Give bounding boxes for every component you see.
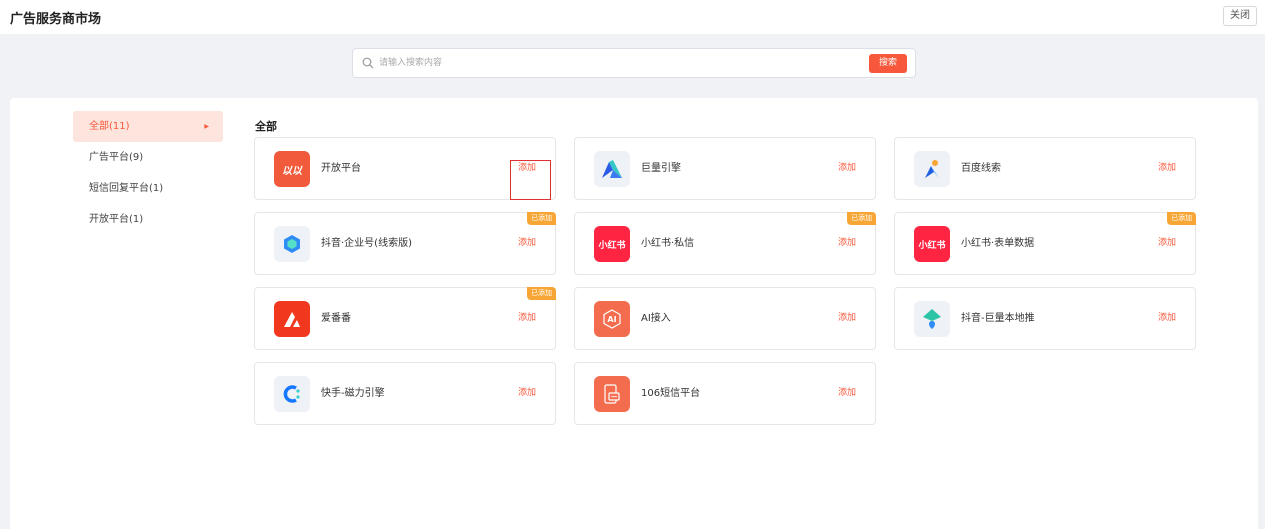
local-push-logo-icon: [914, 301, 950, 337]
service-card-xiaohongshu-form: 小红书 小红书·表单数据 添加 已添加: [894, 212, 1196, 275]
page-title: 广告服务商市场: [10, 12, 102, 27]
ai-label: AI: [607, 314, 617, 324]
service-card-xiaohongshu-dm: 小红书 小红书·私信 添加 已添加: [574, 212, 876, 275]
ai-access-logo-icon: AI: [594, 301, 630, 337]
card-name: 小红书·表单数据: [961, 238, 1035, 249]
top-bar: 广告服务商市场 关闭: [0, 0, 1265, 34]
sms-106-logo-icon: [594, 376, 630, 412]
kuaishou-magnetic-logo-icon: [274, 376, 310, 412]
sidebar-item-ad-platform[interactable]: 广告平台(9): [73, 142, 223, 173]
added-badge: 已添加: [847, 212, 876, 225]
service-card-baidu-leads: 百度线索 添加: [894, 137, 1196, 200]
caret-right-icon: ▶: [204, 123, 209, 130]
douyin-enterprise-logo-icon: [274, 226, 310, 262]
search-box: 搜索: [352, 48, 916, 78]
card-name: 爱番番: [321, 313, 351, 324]
service-card-ocean-engine: 巨量引擎 添加: [574, 137, 876, 200]
card-name: 抖音·企业号(线索版): [321, 238, 412, 249]
added-badge: 已添加: [527, 212, 556, 225]
card-name: 巨量引擎: [641, 163, 681, 174]
sidebar-item-label: 短信回复平台(1): [89, 183, 164, 194]
card-name: AI接入: [641, 313, 671, 324]
service-card-aifanfan: 爱番番 添加 已添加: [254, 287, 556, 350]
xiaohongshu-logo-icon: 小红书: [914, 226, 950, 262]
card-name: 快手-磁力引擎: [321, 388, 385, 399]
add-button[interactable]: 添加: [838, 288, 856, 349]
card-name: 抖音-巨量本地推: [961, 313, 1035, 324]
card-name: 开放平台: [321, 163, 361, 174]
service-card-local-push: 抖音-巨量本地推 添加: [894, 287, 1196, 350]
add-button[interactable]: 添加: [518, 363, 536, 424]
highlight-box: [510, 160, 551, 200]
search-button[interactable]: 搜索: [869, 54, 907, 73]
sidebar-item-all[interactable]: 全部(11) ▶: [73, 111, 223, 142]
card-name: 小红书·私信: [641, 238, 695, 249]
ocean-engine-logo-icon: [594, 151, 630, 187]
add-button[interactable]: 添加: [1158, 288, 1176, 349]
added-badge: 已添加: [1167, 212, 1196, 225]
add-button[interactable]: 添加: [838, 138, 856, 199]
added-badge: 已添加: [527, 287, 556, 300]
search-input[interactable]: [379, 54, 859, 72]
sidebar-item-label: 开放平台(1): [89, 214, 144, 225]
sidebar-item-label: 全部(11): [89, 121, 130, 132]
service-card-kuaishou: 快手-磁力引擎 添加: [254, 362, 556, 425]
xiaohongshu-logo-icon: 小红书: [594, 226, 630, 262]
content-panel: 全部(11) ▶ 广告平台(9) 短信回复平台(1) 开放平台(1) 全部 以以…: [10, 98, 1258, 529]
aifanfan-logo-icon: [274, 301, 310, 337]
card-name: 百度线索: [961, 163, 1001, 174]
sidebar-item-sms-reply[interactable]: 短信回复平台(1): [73, 173, 223, 204]
service-card-ai-access: AI AI接入 添加: [574, 287, 876, 350]
card-name: 106短信平台: [641, 388, 701, 399]
close-button[interactable]: 关闭: [1223, 6, 1257, 26]
baidu-leads-logo-icon: [914, 151, 950, 187]
search-icon: [362, 57, 374, 69]
service-card-sms-106: 106短信平台 添加: [574, 362, 876, 425]
section-title: 全部: [255, 120, 277, 133]
sidebar-item-open-platform[interactable]: 开放平台(1): [73, 204, 223, 235]
open-platform-logo-icon: 以以: [274, 151, 310, 187]
add-button[interactable]: 添加: [1158, 138, 1176, 199]
sidebar-item-label: 广告平台(9): [89, 152, 144, 163]
add-button[interactable]: 添加: [838, 363, 856, 424]
service-card-douyin-enterprise: 抖音·企业号(线索版) 添加 已添加: [254, 212, 556, 275]
